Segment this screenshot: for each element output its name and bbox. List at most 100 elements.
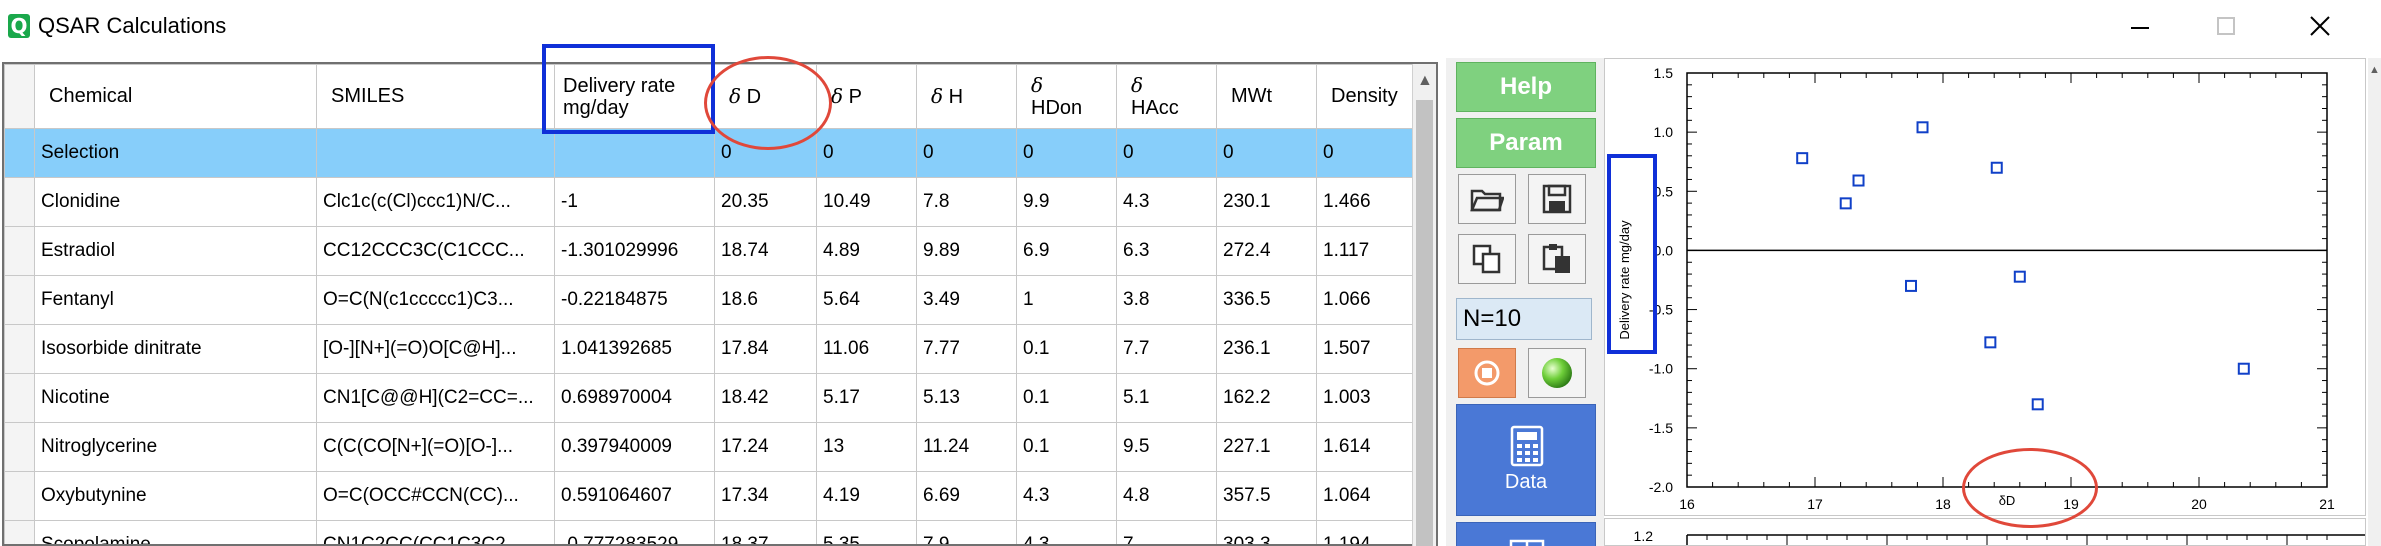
col-header-chemical[interactable]: Chemical <box>34 64 317 129</box>
cell-dHAcc[interactable]: 6.3 <box>1116 226 1217 276</box>
row-header[interactable] <box>4 226 35 276</box>
col-header-dHDon[interactable]: δ HDon <box>1016 64 1117 129</box>
cell-delivery[interactable]: 0.591064607 <box>554 471 715 521</box>
minimize-button[interactable] <box>2110 8 2170 44</box>
grid-vertical-scrollbar[interactable]: ▲ <box>1412 64 1436 546</box>
row-header[interactable] <box>4 422 35 472</box>
table-row[interactable]: Nitroglycerine C(C(CO[N+](=O)[O-]... 0.397… <box>4 422 1417 472</box>
cell-dH[interactable]: 11.24 <box>916 422 1017 472</box>
cell-mwt[interactable]: 303.3 <box>1216 520 1317 544</box>
cell-density[interactable]: 0 <box>1316 128 1417 178</box>
cell-smiles[interactable]: [O-][N+](=O)O[C@H]... <box>316 324 555 374</box>
cell-dH[interactable]: 0 <box>916 128 1017 178</box>
paste-button[interactable] <box>1528 234 1586 284</box>
cell-chemical[interactable]: Nicotine <box>34 373 317 423</box>
cell-smiles[interactable]: Clc1c(c(Cl)ccc1)N/C... <box>316 177 555 227</box>
cell-dHAcc[interactable]: 7.7 <box>1116 324 1217 374</box>
cell-smiles[interactable]: O=C(N(c1ccccc1)C3... <box>316 275 555 325</box>
cell-chemical[interactable]: Oxybutynine <box>34 471 317 521</box>
scroll-up-icon[interactable]: ▲ <box>2369 64 2380 76</box>
cell-delivery[interactable]: 0.397940009 <box>554 422 715 472</box>
cell-dP[interactable]: 4.19 <box>816 471 917 521</box>
table-row[interactable]: Nicotine CN1[C@@H](C2=CC=... 0.698970004 18… <box>4 373 1417 423</box>
cell-dHAcc[interactable]: 0 <box>1116 128 1217 178</box>
cell-chemical[interactable]: Nitroglycerine <box>34 422 317 472</box>
right-vertical-scrollbar[interactable]: ▲ <box>2368 58 2381 546</box>
run-button[interactable] <box>1528 348 1586 398</box>
cell-dP[interactable]: 5.35 <box>816 520 917 544</box>
table-row[interactable]: Scopolamine CN1C2CC(CC1C3C2... -0.77728352… <box>4 520 1417 544</box>
cell-dP[interactable]: 11.06 <box>816 324 917 374</box>
cell-delivery[interactable]: -0.22184875 <box>554 275 715 325</box>
open-button[interactable] <box>1458 174 1516 224</box>
cell-delivery[interactable]: -1 <box>554 177 715 227</box>
row-header[interactable] <box>4 177 35 227</box>
cell-dP[interactable]: 5.64 <box>816 275 917 325</box>
cell-dH[interactable]: 9.89 <box>916 226 1017 276</box>
cell-delivery[interactable]: 1.041392685 <box>554 324 715 374</box>
cell-density[interactable]: 1.066 <box>1316 275 1417 325</box>
data-button[interactable]: Data <box>1456 404 1596 516</box>
cell-dHAcc[interactable]: 5.1 <box>1116 373 1217 423</box>
cell-dHDon[interactable]: 4.3 <box>1016 471 1117 521</box>
cell-density[interactable]: 1.003 <box>1316 373 1417 423</box>
cell-dP[interactable]: 4.89 <box>816 226 917 276</box>
cell-dHDon[interactable]: 0.1 <box>1016 422 1117 472</box>
cell-density[interactable]: 1.117 <box>1316 226 1417 276</box>
table-row[interactable]: Oxybutynine O=C(OCC#CCN(CC)... 0.591064607… <box>4 471 1417 521</box>
scroll-thumb[interactable] <box>1416 100 1433 546</box>
cell-mwt[interactable]: 162.2 <box>1216 373 1317 423</box>
table-row[interactable]: Fentanyl O=C(N(c1ccccc1)C3... -0.22184875 1… <box>4 275 1417 325</box>
cell-dP[interactable]: 13 <box>816 422 917 472</box>
cell-smiles[interactable]: C(C(CO[N+](=O)[O-]... <box>316 422 555 472</box>
cell-delivery[interactable]: 0.698970004 <box>554 373 715 423</box>
cell-chemical[interactable]: Selection <box>34 128 317 178</box>
cell-dH[interactable]: 6.69 <box>916 471 1017 521</box>
cell-density[interactable]: 1.194 <box>1316 520 1417 544</box>
maximize-button[interactable] <box>2196 8 2256 44</box>
help-button[interactable]: Help <box>1456 62 1596 112</box>
cell-dHDon[interactable]: 0 <box>1016 128 1117 178</box>
cell-dH[interactable]: 7.8 <box>916 177 1017 227</box>
cell-smiles[interactable]: CN1[C@@H](C2=CC=... <box>316 373 555 423</box>
stop-button[interactable] <box>1458 348 1516 398</box>
cell-mwt[interactable]: 0 <box>1216 128 1317 178</box>
table-row[interactable]: Clonidine Clc1c(c(Cl)ccc1)N/C... -1 20.35 10… <box>4 177 1417 227</box>
cell-chemical[interactable]: Clonidine <box>34 177 317 227</box>
cell-delivery[interactable]: -1.301029996 <box>554 226 715 276</box>
cell-dHDon[interactable]: 4.3 <box>1016 520 1117 544</box>
table-row[interactable]: Estradiol CC12CCC3C(C1CCC... -1.301029996 1… <box>4 226 1417 276</box>
cell-chemical[interactable]: Estradiol <box>34 226 317 276</box>
cell-mwt[interactable]: 230.1 <box>1216 177 1317 227</box>
cell-density[interactable]: 1.466 <box>1316 177 1417 227</box>
row-header[interactable] <box>4 471 35 521</box>
cell-smiles[interactable]: O=C(OCC#CCN(CC)... <box>316 471 555 521</box>
table-row[interactable]: Isosorbide dinitrate [O-][N+](=O)O[C@H]..… <box>4 324 1417 374</box>
row-header[interactable] <box>4 520 35 544</box>
cell-dD[interactable]: 18.37 <box>714 520 817 544</box>
cell-dHAcc[interactable]: 7 <box>1116 520 1217 544</box>
col-header-dHAcc[interactable]: δ HAcc <box>1116 64 1217 129</box>
cell-mwt[interactable]: 357.5 <box>1216 471 1317 521</box>
cell-chemical[interactable]: Scopolamine <box>34 520 317 544</box>
cell-dHDon[interactable]: 6.9 <box>1016 226 1117 276</box>
cell-dD[interactable]: 18.42 <box>714 373 817 423</box>
scroll-up-icon[interactable]: ▲ <box>1417 72 1433 90</box>
cell-dP[interactable]: 5.17 <box>816 373 917 423</box>
cell-dD[interactable]: 17.84 <box>714 324 817 374</box>
cell-dH[interactable]: 7.77 <box>916 324 1017 374</box>
cell-density[interactable]: 1.614 <box>1316 422 1417 472</box>
row-header[interactable] <box>4 128 35 178</box>
cell-dD[interactable]: 18.74 <box>714 226 817 276</box>
col-header-smiles[interactable]: SMILES <box>316 64 555 129</box>
cell-dP[interactable]: 0 <box>816 128 917 178</box>
cell-smiles[interactable] <box>316 128 555 178</box>
cell-dH[interactable]: 5.13 <box>916 373 1017 423</box>
cell-dD[interactable]: 20.35 <box>714 177 817 227</box>
cell-dD[interactable]: 17.34 <box>714 471 817 521</box>
save-button[interactable] <box>1528 174 1586 224</box>
cell-delivery[interactable] <box>554 128 715 178</box>
param-button[interactable]: Param <box>1456 118 1596 168</box>
cell-delivery[interactable]: -0.777283529 <box>554 520 715 544</box>
cell-dH[interactable]: 3.49 <box>916 275 1017 325</box>
